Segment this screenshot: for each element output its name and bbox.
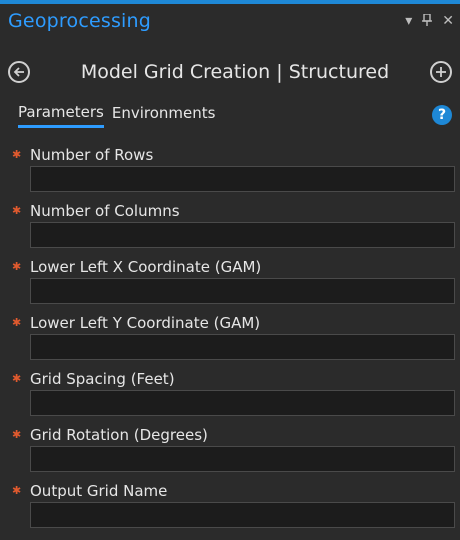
grid-rotation-input[interactable] bbox=[30, 446, 455, 472]
required-icon: ✱ bbox=[12, 204, 22, 217]
required-icon: ✱ bbox=[12, 484, 22, 497]
help-icon[interactable]: ? bbox=[432, 105, 452, 125]
param-lower-left-x: ✱ Lower Left X Coordinate (GAM) bbox=[0, 250, 460, 306]
dropdown-arrow-icon[interactable]: ▾ bbox=[405, 14, 412, 28]
param-label: Output Grid Name bbox=[30, 482, 168, 500]
param-label: Lower Left X Coordinate (GAM) bbox=[30, 258, 262, 276]
required-icon: ✱ bbox=[12, 428, 22, 441]
add-circle-icon[interactable] bbox=[430, 61, 452, 83]
lower-left-x-input[interactable] bbox=[30, 278, 455, 304]
required-icon: ✱ bbox=[12, 372, 22, 385]
param-number-of-columns: ✱ Number of Columns bbox=[0, 194, 460, 250]
param-label: Number of Rows bbox=[30, 146, 154, 164]
tab-parameters[interactable]: Parameters bbox=[18, 103, 104, 128]
param-label: Number of Columns bbox=[30, 202, 180, 220]
param-number-of-rows: ✱ Number of Rows bbox=[0, 138, 460, 194]
tab-environments[interactable]: Environments bbox=[112, 104, 216, 126]
lower-left-y-input[interactable] bbox=[30, 334, 455, 360]
output-grid-name-input[interactable] bbox=[30, 502, 455, 528]
param-lower-left-y: ✱ Lower Left Y Coordinate (GAM) bbox=[0, 306, 460, 362]
number-of-rows-input[interactable] bbox=[30, 166, 455, 192]
number-of-columns-input[interactable] bbox=[30, 222, 455, 248]
param-grid-spacing: ✱ Grid Spacing (Feet) bbox=[0, 362, 460, 418]
required-icon: ✱ bbox=[12, 148, 22, 161]
parameters-panel: ✱ Number of Rows ✱ Number of Columns ✱ L… bbox=[0, 138, 460, 530]
close-icon[interactable]: ✕ bbox=[442, 14, 454, 28]
tool-header: Model Grid Creation | Structured bbox=[0, 52, 460, 92]
tab-bar: Parameters Environments ? bbox=[0, 100, 460, 130]
window-controls: ▾ ✕ bbox=[405, 12, 454, 29]
required-icon: ✱ bbox=[12, 260, 22, 273]
tool-title: Model Grid Creation | Structured bbox=[80, 61, 390, 83]
param-grid-rotation: ✱ Grid Rotation (Degrees) bbox=[0, 418, 460, 474]
pane-title: Geoprocessing bbox=[8, 10, 152, 32]
param-output-grid-name: ✱ Output Grid Name bbox=[0, 474, 460, 530]
pane-titlebar: Geoprocessing ▾ ✕ bbox=[0, 4, 460, 38]
required-icon: ✱ bbox=[12, 316, 22, 329]
param-label: Lower Left Y Coordinate (GAM) bbox=[30, 314, 261, 332]
pin-icon[interactable] bbox=[422, 12, 433, 29]
grid-spacing-input[interactable] bbox=[30, 390, 455, 416]
param-label: Grid Rotation (Degrees) bbox=[30, 426, 208, 444]
param-label: Grid Spacing (Feet) bbox=[30, 370, 175, 388]
back-arrow-icon[interactable] bbox=[8, 61, 30, 83]
